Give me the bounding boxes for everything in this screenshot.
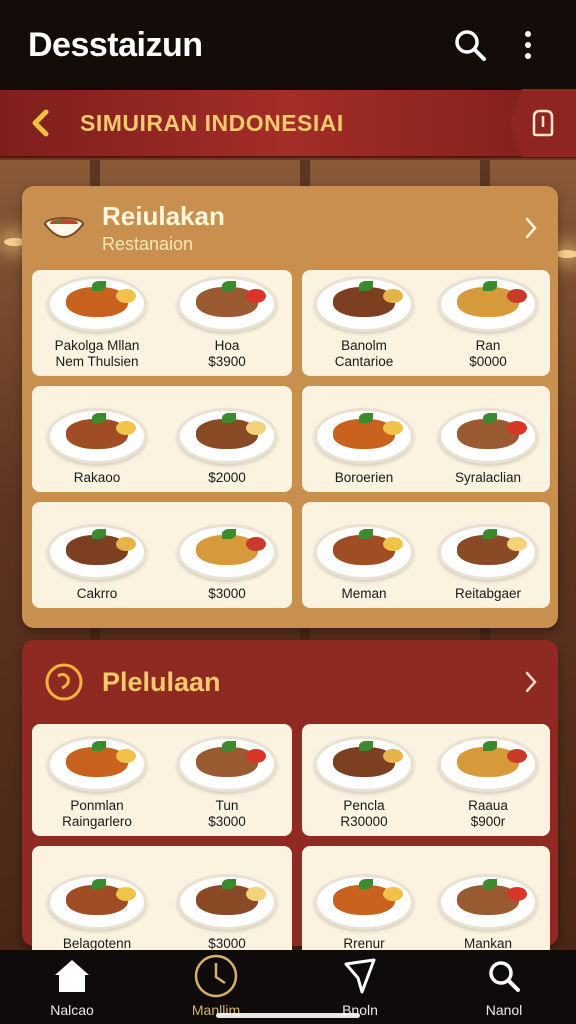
dish-label: $2000 bbox=[208, 470, 246, 485]
dish-grid: Pakolga Mllan Nem Thulsien Hoa $3900 Banolm C… bbox=[32, 270, 550, 608]
dish-item: Ran $0000 bbox=[426, 270, 550, 376]
search-icon bbox=[480, 952, 528, 1000]
food-plate-icon bbox=[438, 408, 538, 464]
food-plate-icon bbox=[438, 736, 538, 792]
dish-card[interactable]: Banolm Cantarioe Ran $0000 bbox=[302, 270, 550, 376]
dish-label: Tun $3000 bbox=[208, 798, 246, 829]
dish-item: Belagotenn bbox=[32, 846, 162, 958]
dish-label: Pakolga Mllan Nem Thulsien bbox=[54, 338, 140, 369]
home-icon bbox=[48, 952, 96, 1000]
dish-label: Cakrro bbox=[76, 586, 118, 601]
dish-item: Reitabgaer bbox=[426, 502, 550, 608]
nav-label: Nanol bbox=[485, 1002, 523, 1018]
dish-card[interactable]: Cakrro $3000 bbox=[32, 502, 292, 608]
dish-item: Tun $3000 bbox=[162, 724, 292, 836]
dish-card[interactable]: Rakaoo $2000 bbox=[32, 386, 292, 492]
dish-label: Banolm Cantarioe bbox=[334, 338, 394, 369]
food-plate-icon bbox=[177, 276, 277, 332]
app-title: Desstaizun bbox=[28, 25, 203, 64]
food-plate-icon bbox=[314, 874, 414, 930]
dish-card[interactable]: Pencla R30000 Raaua $900r bbox=[302, 724, 550, 836]
dish-label: Reitabgaer bbox=[454, 586, 522, 601]
food-plate-icon bbox=[438, 524, 538, 580]
dish-label: Hoa $3900 bbox=[208, 338, 246, 369]
restaurant-section: Reiulakan Restanaion Pakolga Mllan Nem Th… bbox=[22, 186, 558, 628]
section-header[interactable]: Reiulakan Restanaion bbox=[32, 186, 548, 270]
dish-label: Ran $0000 bbox=[469, 338, 507, 369]
dish-item: Raaua $900r bbox=[426, 724, 550, 836]
home-indicator bbox=[216, 1013, 360, 1018]
section-title: Plelulaan bbox=[102, 666, 221, 697]
page-title: SIMUIRAN INDONESIAI bbox=[80, 109, 344, 136]
food-plate-icon bbox=[314, 736, 414, 792]
dish-grid: Ponmlan Raingarlero Tun $3000 Pencla R30000 Ra… bbox=[32, 724, 550, 958]
dish-item: Ponmlan Raingarlero bbox=[32, 724, 162, 836]
nav-home[interactable]: Nalcao bbox=[12, 952, 132, 1024]
section-title: Reiulakan bbox=[102, 201, 225, 231]
nav-search[interactable]: Nanol bbox=[444, 952, 564, 1024]
dish-item: Rakaoo bbox=[32, 386, 162, 492]
share-button[interactable] bbox=[510, 89, 576, 157]
food-plate-icon bbox=[47, 736, 147, 792]
dish-item: Hoa $3900 bbox=[162, 270, 292, 376]
dish-item: Rrenur bbox=[302, 846, 426, 958]
dish-card[interactable]: Boroerien Syralaclian bbox=[302, 386, 550, 492]
dish-item: Cakrro bbox=[32, 502, 162, 608]
dish-item: Pencla R30000 bbox=[302, 724, 426, 836]
dish-item: Pakolga Mllan Nem Thulsien bbox=[32, 270, 162, 376]
chevron-right-icon[interactable] bbox=[514, 670, 548, 694]
badge-icon bbox=[42, 660, 86, 704]
page-header: SIMUIRAN INDONESIAI bbox=[0, 89, 576, 158]
chevron-right-icon[interactable] bbox=[514, 216, 548, 240]
dish-label: Rakaoo bbox=[73, 470, 121, 485]
dish-label: Boroerien bbox=[334, 470, 394, 485]
dish-label: Pencla R30000 bbox=[340, 798, 388, 829]
food-plate-icon bbox=[438, 276, 538, 332]
share-icon bbox=[532, 109, 554, 137]
food-plate-icon bbox=[314, 276, 414, 332]
dish-card[interactable]: Ponmlan Raingarlero Tun $3000 bbox=[32, 724, 292, 836]
dish-label: Ponmlan Raingarlero bbox=[62, 798, 132, 829]
dish-card[interactable]: Belagotenn $3000 bbox=[32, 846, 292, 958]
clock-icon bbox=[192, 952, 240, 1000]
chevron-left-icon bbox=[32, 109, 49, 137]
food-plate-icon bbox=[47, 874, 147, 930]
nav-label: Nalcao bbox=[50, 1002, 94, 1018]
dish-card[interactable]: Meman Reitabgaer bbox=[302, 502, 550, 608]
dish-card[interactable]: Pakolga Mllan Nem Thulsien Hoa $3900 bbox=[32, 270, 292, 376]
food-plate-icon bbox=[177, 524, 277, 580]
dish-label: Meman bbox=[341, 586, 387, 601]
dish-item: Mankan bbox=[426, 846, 550, 958]
food-plate-icon bbox=[177, 408, 277, 464]
back-button[interactable] bbox=[0, 109, 80, 137]
food-plate-icon bbox=[47, 408, 147, 464]
dish-card[interactable]: Rrenur Mankan bbox=[302, 846, 550, 958]
food-plate-icon bbox=[314, 524, 414, 580]
dish-item: $3000 bbox=[162, 502, 292, 608]
dish-item: $2000 bbox=[162, 386, 292, 492]
food-plate-icon bbox=[314, 408, 414, 464]
dish-label: $3000 bbox=[208, 586, 246, 601]
dish-item: Boroerien bbox=[302, 386, 426, 492]
section-subtitle: Restanaion bbox=[102, 234, 194, 254]
dish-label: Raaua $900r bbox=[468, 798, 508, 829]
dish-item: $3000 bbox=[162, 846, 292, 958]
dish-item: Syralaclian bbox=[426, 386, 550, 492]
food-plate-icon bbox=[177, 874, 277, 930]
search-icon[interactable] bbox=[450, 25, 490, 65]
navigation-icon bbox=[336, 952, 384, 1000]
section-header[interactable]: Plelulaan bbox=[32, 640, 548, 724]
app-bar: Desstaizun bbox=[0, 0, 576, 90]
food-plate-icon bbox=[47, 524, 147, 580]
dish-item: Banolm Cantarioe bbox=[302, 270, 426, 376]
popular-section: Plelulaan Ponmlan Raingarlero Tun $3000 Penc… bbox=[22, 640, 558, 958]
more-vert-icon[interactable] bbox=[508, 25, 548, 65]
bowl-icon bbox=[42, 206, 86, 250]
dish-item: Meman bbox=[302, 502, 426, 608]
food-plate-icon bbox=[438, 874, 538, 930]
dish-label: Syralaclian bbox=[454, 470, 522, 485]
food-plate-icon bbox=[177, 736, 277, 792]
food-plate-icon bbox=[47, 276, 147, 332]
